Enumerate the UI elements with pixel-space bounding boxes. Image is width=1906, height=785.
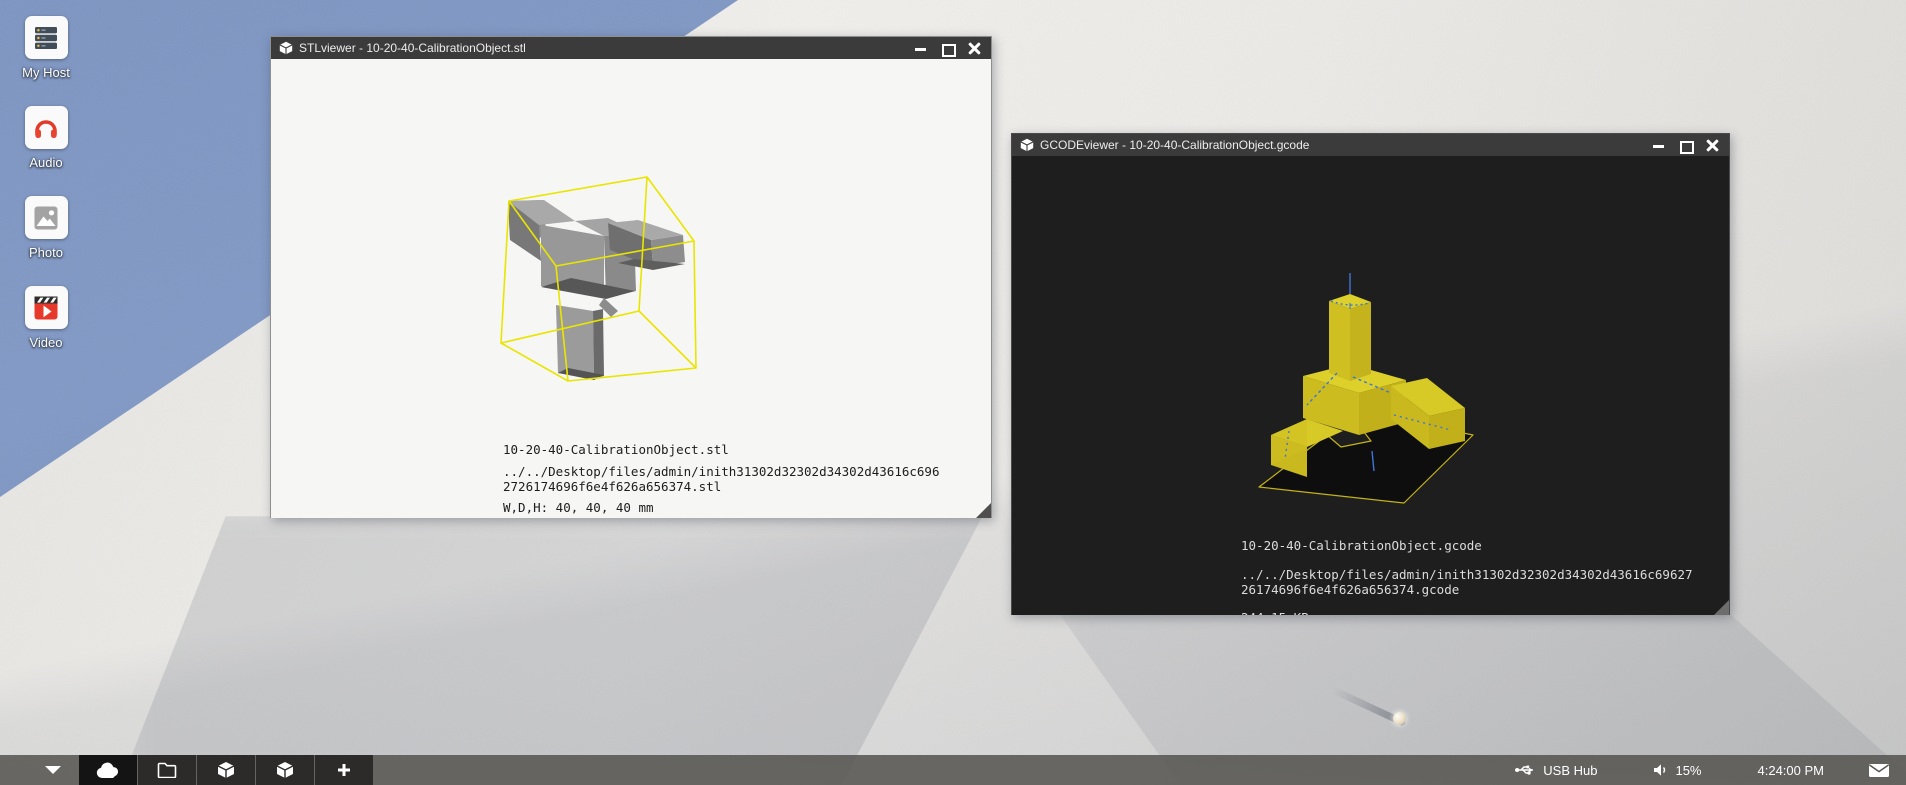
gcode-file-info: 10-20-40-CalibrationObject.gcode ../../D… — [1241, 538, 1693, 615]
envelope-icon — [1868, 763, 1890, 778]
cloud-icon — [96, 762, 120, 779]
stl-window-title: STLviewer - 10-20-40-CalibrationObject.s… — [299, 41, 914, 55]
taskbar-launchers — [28, 755, 374, 785]
desktop-icon-label: Audio — [29, 155, 62, 170]
headphones-icon — [25, 106, 68, 149]
stl-filepath-line2: 2726174696f6e4f626a656374.stl — [503, 479, 940, 494]
folder-icon — [157, 762, 177, 778]
maximize-button[interactable] — [941, 42, 954, 55]
desktop-icon-my-host[interactable]: My Host — [0, 16, 92, 80]
resize-grip[interactable] — [1714, 600, 1729, 615]
gcode-window-title: GCODEviewer - 10-20-40-CalibrationObject… — [1040, 138, 1652, 152]
cube-icon — [1020, 138, 1034, 152]
desktop-icons: My Host Audio Photo — [0, 16, 92, 376]
taskbar-cloud-button[interactable] — [79, 755, 137, 785]
resize-grip[interactable] — [976, 503, 991, 518]
wall-nail — [1393, 712, 1406, 725]
stl-window-titlebar[interactable]: STLviewer - 10-20-40-CalibrationObject.s… — [271, 37, 991, 59]
usb-icon — [1514, 764, 1536, 776]
volume-label: 15% — [1675, 763, 1701, 778]
close-button[interactable] — [968, 42, 981, 55]
taskbar-expand-button[interactable] — [28, 755, 78, 785]
stl-dimensions: W,D,H: 40, 40, 40 mm — [503, 500, 940, 515]
cube-icon — [279, 41, 293, 55]
taskbar-gcodeviewer-button[interactable] — [256, 755, 314, 785]
server-icon — [25, 16, 68, 59]
maximize-button[interactable] — [1679, 139, 1692, 152]
gcode-viewer-window: GCODEviewer - 10-20-40-CalibrationObject… — [1011, 133, 1730, 615]
desktop-icon-label: Photo — [29, 245, 63, 260]
photo-icon — [25, 196, 68, 239]
desktop-icon-label: Video — [29, 335, 62, 350]
minimize-button[interactable] — [914, 42, 927, 55]
taskbar-stlviewer-button[interactable] — [197, 755, 255, 785]
gcode-filename: 10-20-40-CalibrationObject.gcode — [1241, 538, 1693, 553]
clock-label: 4:24:00 PM — [1758, 763, 1825, 778]
stl-viewer-window: STLviewer - 10-20-40-CalibrationObject.s… — [270, 36, 992, 518]
taskbar-add-button[interactable] — [315, 755, 373, 785]
minimize-button[interactable] — [1652, 139, 1665, 152]
desktop-icon-photo[interactable]: Photo — [0, 196, 92, 260]
desktop-icon-label: My Host — [22, 65, 70, 80]
tray-usb[interactable]: USB Hub — [1514, 763, 1597, 778]
stl-filepath-line1: ../../Desktop/files/admin/inith31302d323… — [503, 464, 940, 479]
gcode-filepath-line1: ../../Desktop/files/admin/inith31302d323… — [1241, 567, 1693, 582]
tray-volume[interactable]: 15% — [1653, 763, 1701, 778]
gcode-model-render — [1241, 273, 1501, 518]
tray-clock[interactable]: 4:24:00 PM — [1758, 763, 1825, 778]
cube-icon — [217, 761, 235, 779]
cube-icon — [276, 761, 294, 779]
stl-3d-viewport[interactable]: 10-20-40-CalibrationObject.stl ../../Des… — [271, 59, 991, 518]
desktop-icon-audio[interactable]: Audio — [0, 106, 92, 170]
stl-model-render — [481, 163, 731, 413]
stl-file-info: 10-20-40-CalibrationObject.stl ../../Des… — [503, 442, 940, 518]
close-button[interactable] — [1706, 139, 1719, 152]
taskbar: USB Hub 15% 4:24:00 PM — [0, 755, 1906, 785]
video-icon — [25, 286, 68, 329]
gcode-window-titlebar[interactable]: GCODEviewer - 10-20-40-CalibrationObject… — [1012, 134, 1729, 156]
stl-filename: 10-20-40-CalibrationObject.stl — [503, 442, 940, 457]
taskbar-tray: USB Hub 15% 4:24:00 PM — [1514, 755, 1890, 785]
desktop-icon-video[interactable]: Video — [0, 286, 92, 350]
tray-notifications[interactable] — [1868, 763, 1890, 778]
gcode-3d-viewport[interactable]: 10-20-40-CalibrationObject.gcode ../../D… — [1012, 156, 1729, 615]
desktop: My Host Audio Photo — [0, 0, 1906, 785]
chevron-down-icon — [45, 766, 61, 774]
speaker-icon — [1653, 763, 1668, 777]
taskbar-files-button[interactable] — [138, 755, 196, 785]
plus-icon — [336, 762, 352, 778]
usb-label: USB Hub — [1543, 763, 1597, 778]
gcode-filesize: 244.15 KB — [1241, 610, 1693, 615]
gcode-filepath-line2: 26174696f6e4f626a656374.gcode — [1241, 582, 1693, 597]
